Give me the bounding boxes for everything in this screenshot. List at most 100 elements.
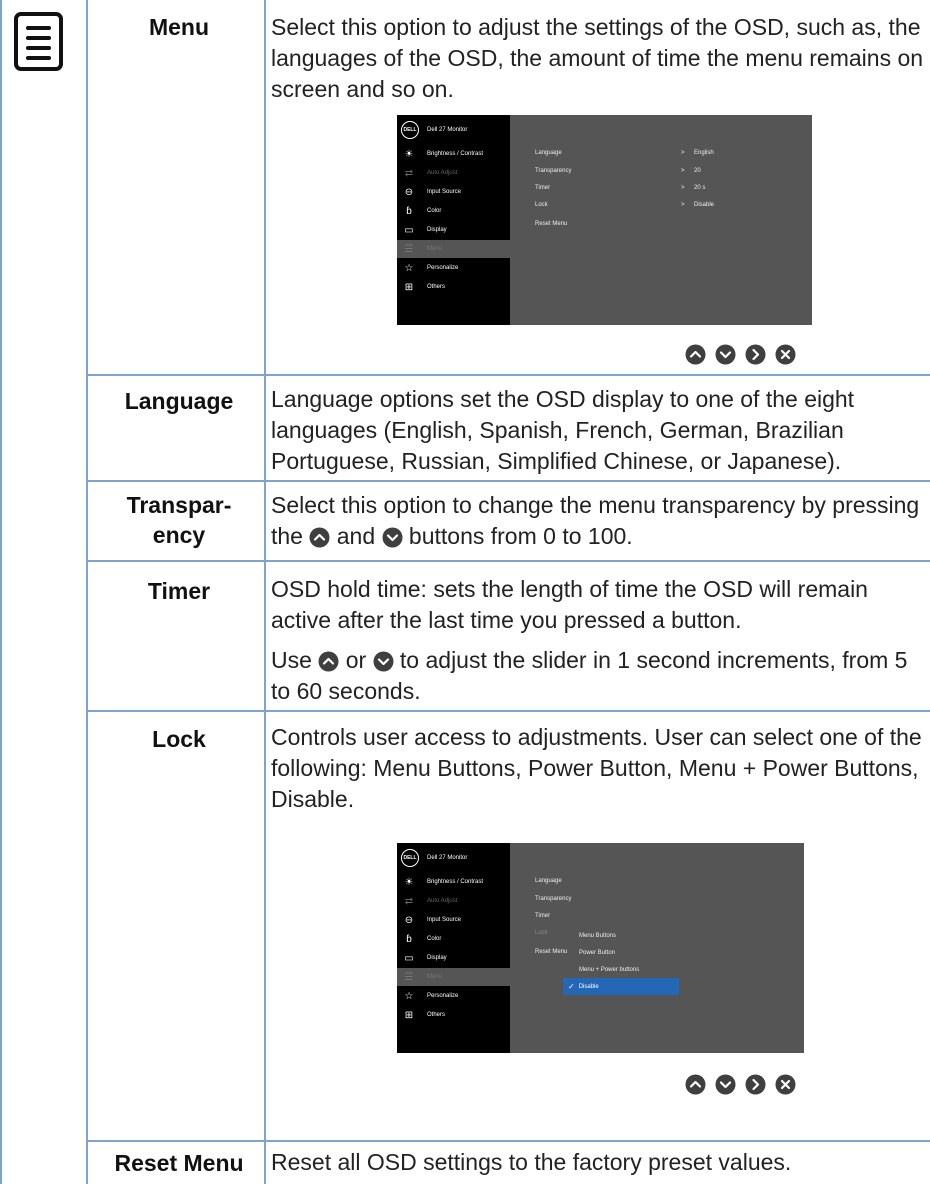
table-border-left [0,0,2,1184]
osd-item-display: ▭ Display [397,221,510,239]
up-button-icon [685,1074,706,1095]
color-icon: ɓ [406,933,412,945]
others-icon: ⊞ [404,1009,414,1021]
lock-option-disable: ✓ Disable [563,978,679,995]
osd-arrow: > [681,168,685,174]
lock-option-menu-buttons: Menu Buttons [579,932,617,939]
down-button-icon [382,527,403,548]
up-button-icon [685,344,706,365]
menu-icon [14,12,63,71]
osd-button-row [685,344,796,365]
osd-arrow: > [681,185,685,191]
row-divider [86,374,930,376]
close-button-icon [775,344,796,365]
osd-item-brightness: ☀ Brightness / Contrast [397,873,510,891]
row-label-language: Language [124,388,234,414]
brightness-icon: ☀ [404,876,414,888]
osd-item-input-source: ⊖ Input Source [397,911,510,929]
osd-option-timer: Timer [535,913,551,919]
osd-item-personalize: ☆ Personalize [397,259,510,277]
osd-item-menu: ☰ Menu [397,968,510,986]
osd-item-others: ⊞ Others [397,1006,510,1024]
osd-option-reset: Reset Menu [535,221,568,227]
osd-option-transparency: Transparency [535,168,572,174]
osd-item-label: Brightness / Contrast [427,151,484,157]
osd-option-lock: Lock [535,930,548,936]
row-divider [86,1140,930,1142]
osd-menu-screenshot: DELL Dell 27 Monitor ☀ Brightness / Contr… [397,115,812,325]
row-label-menu: Menu [148,14,210,40]
osd-header: DELL Dell 27 Monitor [401,121,467,139]
desc-text: to adjust the slider in 1 second increme… [271,647,908,704]
auto-adjust-icon: ⇄ [404,167,414,179]
osd-option-language: Language [535,150,562,156]
osd-item-label: Display [427,227,447,233]
osd-arrow: > [681,202,685,208]
row-desc-lock: Controls user access to adjustments. Use… [271,724,922,812]
down-button-icon [373,651,394,672]
check-icon: ✓ [568,982,575,991]
osd-lock-screenshot: DELL Dell 27 Monitor ☀ Brightness / Contr… [397,843,804,1053]
auto-adjust-icon: ⇄ [404,895,414,907]
desc-text: Use [271,647,312,673]
osd-item-label: Personalize [427,265,459,271]
up-button-icon [318,651,339,672]
right-button-icon [745,1074,766,1095]
row-desc-language: Language options set the OSD display to … [271,386,855,474]
desc-text: OSD hold time: sets the length of time t… [271,576,868,633]
row-label-lock: Lock [152,726,206,752]
input-source-icon: ⊖ [404,914,414,926]
osd-item-auto-adjust: ⇄ Auto Adjust [397,164,510,182]
row-divider [86,710,930,712]
osd-item-input-source: ⊖ Input Source [397,183,510,201]
osd-item-label: Menu [427,974,443,980]
osd-option-timer: Timer [535,185,551,191]
osd-value-lock: Disable [694,202,715,208]
row-label-transparency: Transpar-ency [95,490,263,550]
osd-header: DELL Dell 27 Monitor [401,849,467,867]
color-icon: ɓ [406,205,412,217]
down-button-icon [715,1074,736,1095]
osd-item-color: ɓ Color [397,202,510,220]
osd-item-personalize: ☆ Personalize [397,987,510,1005]
row-label-reset: Reset Menu [114,1150,244,1176]
menu-icon: ☰ [404,971,414,983]
osd-item-label: Color [427,208,442,214]
right-button-icon [745,344,766,365]
label-part: ency [152,522,206,548]
desc-text: and [336,523,376,549]
row-desc-timer: OSD hold time: sets the length of time t… [271,574,926,707]
row-desc-transparency: Select this option to change the menu tr… [271,490,926,552]
osd-value-transparency: 20 [694,168,701,174]
display-icon: ▭ [404,952,414,964]
osd-option-lock: Lock [535,202,548,208]
osd-title: Dell 27 Monitor [427,855,468,861]
star-icon: ☆ [404,990,414,1002]
display-icon: ▭ [404,224,414,236]
up-button-icon [309,527,330,548]
osd-item-brightness: ☀ Brightness / Contrast [397,145,510,163]
row-divider [86,560,930,562]
table-border-col1 [86,0,88,1184]
osd-item-label: Brightness / Contrast [427,879,484,885]
osd-content [510,115,812,325]
row-divider [86,480,930,482]
osd-value-language: English [694,150,714,156]
osd-arrow: > [681,150,685,156]
osd-item-label: Personalize [427,993,459,999]
osd-option-transparency: Transparency [535,896,572,902]
dell-logo: DELL [401,121,419,139]
star-icon: ☆ [404,262,414,274]
brightness-icon: ☀ [404,148,414,160]
osd-item-label: Auto Adjust [427,898,458,904]
osd-title: Dell 27 Monitor [427,127,468,133]
osd-option-language: Language [535,878,562,884]
osd-item-label: Auto Adjust [427,170,458,176]
osd-button-row [685,1074,796,1095]
row-desc-reset: Reset all OSD settings to the factory pr… [271,1149,792,1175]
lock-option-power-button: Power Button [579,949,616,956]
osd-item-auto-adjust: ⇄ Auto Adjust [397,892,510,910]
osd-item-display: ▭ Display [397,949,510,967]
down-button-icon [715,344,736,365]
lock-option-menu-power: Menu + Power buttons [579,966,640,973]
